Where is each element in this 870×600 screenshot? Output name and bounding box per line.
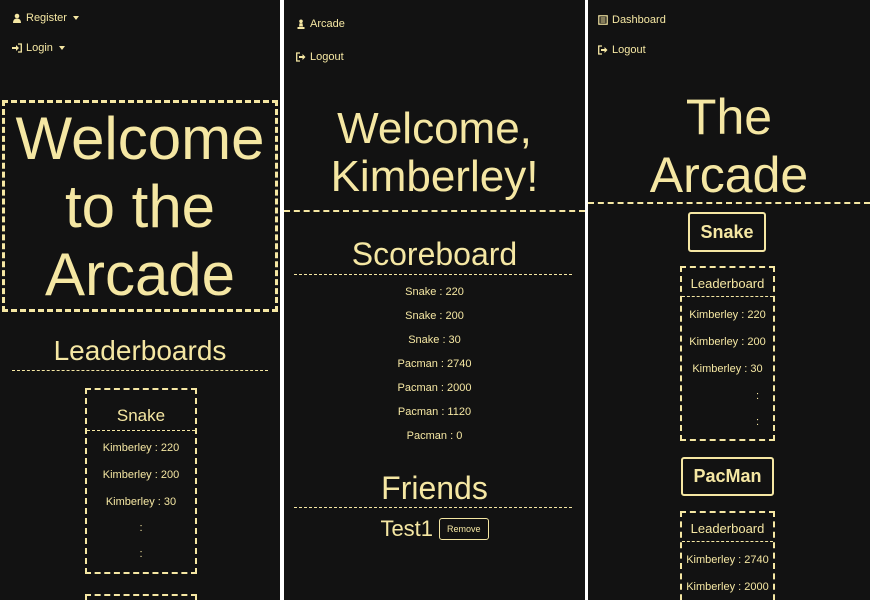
logout-icon xyxy=(296,52,306,62)
dashboard-icon xyxy=(598,15,608,25)
leaderboard-entry: Kimberley : 30 xyxy=(692,363,763,375)
leaderboard-entry: Kimberley : 220 xyxy=(102,442,180,454)
logout-icon xyxy=(598,45,608,55)
snake-game-button[interactable]: Snake xyxy=(688,212,766,252)
logout-label: Logout xyxy=(612,44,646,56)
friend-row: Test1 Remove xyxy=(284,516,585,542)
score-entry: Snake : 220 xyxy=(405,286,464,298)
arcade-link[interactable]: Arcade xyxy=(296,18,345,30)
login-label: Login xyxy=(26,42,53,54)
leaderboard-entry: Kimberley : 30 xyxy=(105,496,177,508)
caret-down-icon xyxy=(72,16,79,20)
divider xyxy=(284,210,585,212)
score-entry: Pacman : 2740 xyxy=(397,358,472,370)
arcade-label: Arcade xyxy=(310,18,345,30)
dashboard-link[interactable]: Dashboard xyxy=(598,14,666,26)
remove-friend-button[interactable]: Remove xyxy=(439,518,489,540)
divider xyxy=(682,296,773,297)
friend-name: Test1 xyxy=(380,516,434,541)
leaderboard-entry: Kimberley : 2740 xyxy=(686,554,769,566)
login-icon xyxy=(12,43,22,53)
leaderboard-title: Leaderboard xyxy=(690,276,765,291)
pacman-game-button[interactable]: PacMan xyxy=(681,457,774,496)
next-leaderboard xyxy=(85,594,197,600)
snake-leaderboard-title: Snake xyxy=(116,406,166,425)
leaderboard-entry: : xyxy=(139,522,143,534)
logout-link[interactable]: Logout xyxy=(598,44,646,56)
scoreboard-title: Scoreboard xyxy=(351,236,518,272)
leaderboard-entry: Kimberley : 2000 xyxy=(686,581,769,593)
snake-leaderboard: Snake Kimberley : 220 Kimberley : 200 Ki… xyxy=(85,388,197,574)
hero-line-2: to the xyxy=(64,173,216,240)
welcome-user-name: Kimberley! xyxy=(330,152,539,201)
register-label: Register xyxy=(26,12,67,24)
divider xyxy=(294,274,572,275)
divider xyxy=(12,370,268,371)
leaderboard-entry: Kimberley : 200 xyxy=(689,336,766,348)
panel-dashboard: Arcade Logout Welcome, Kimberley! Scoreb… xyxy=(284,0,585,600)
divider xyxy=(87,430,195,431)
divider xyxy=(588,202,870,204)
snake-leaderboard: Leaderboard Kimberley : 220 Kimberley : … xyxy=(680,266,775,441)
panel-arcade: Dashboard Logout The Arcade Snake Leader… xyxy=(588,0,870,600)
leaderboard-entry: Kimberley : 220 xyxy=(689,309,766,321)
leaderboard-entry: : xyxy=(139,548,143,560)
hero-line-1: Welcome xyxy=(15,105,265,172)
chess-pawn-icon xyxy=(296,19,306,29)
leaderboard-title: Leaderboard xyxy=(690,521,765,536)
leaderboards-title: Leaderboards xyxy=(53,335,227,366)
register-dropdown[interactable]: Register xyxy=(12,12,79,24)
score-entry: Snake : 30 xyxy=(408,334,461,346)
pacman-leaderboard: Leaderboard Kimberley : 2740 Kimberley :… xyxy=(680,511,775,600)
caret-down-icon xyxy=(58,46,65,50)
dashboard-label: Dashboard xyxy=(612,14,666,26)
score-entry: Pacman : 2000 xyxy=(397,382,472,394)
arcade-title-line-1: The xyxy=(685,89,773,145)
leaderboard-entry: : xyxy=(755,390,759,402)
score-entry: Snake : 200 xyxy=(405,310,464,322)
arcade-title-line-2: Arcade xyxy=(649,147,809,203)
divider xyxy=(294,507,572,508)
hero-banner: Welcome to the Arcade xyxy=(2,100,278,312)
welcome-line-1: Welcome, xyxy=(337,104,532,153)
login-dropdown[interactable]: Login xyxy=(12,42,65,54)
leaderboard-entry: : xyxy=(755,416,759,428)
user-icon xyxy=(12,13,22,23)
logout-label: Logout xyxy=(310,51,344,63)
leaderboard-entry: Kimberley : 200 xyxy=(102,469,180,481)
logout-link[interactable]: Logout xyxy=(296,51,344,63)
hero-line-3: Arcade xyxy=(44,241,236,308)
divider xyxy=(682,541,773,542)
panel-home: Register Login Welcome to the Arcade Lea… xyxy=(0,0,280,600)
score-entry: Pacman : 0 xyxy=(406,430,463,442)
score-entry: Pacman : 1120 xyxy=(397,406,472,418)
friends-title: Friends xyxy=(381,470,488,506)
